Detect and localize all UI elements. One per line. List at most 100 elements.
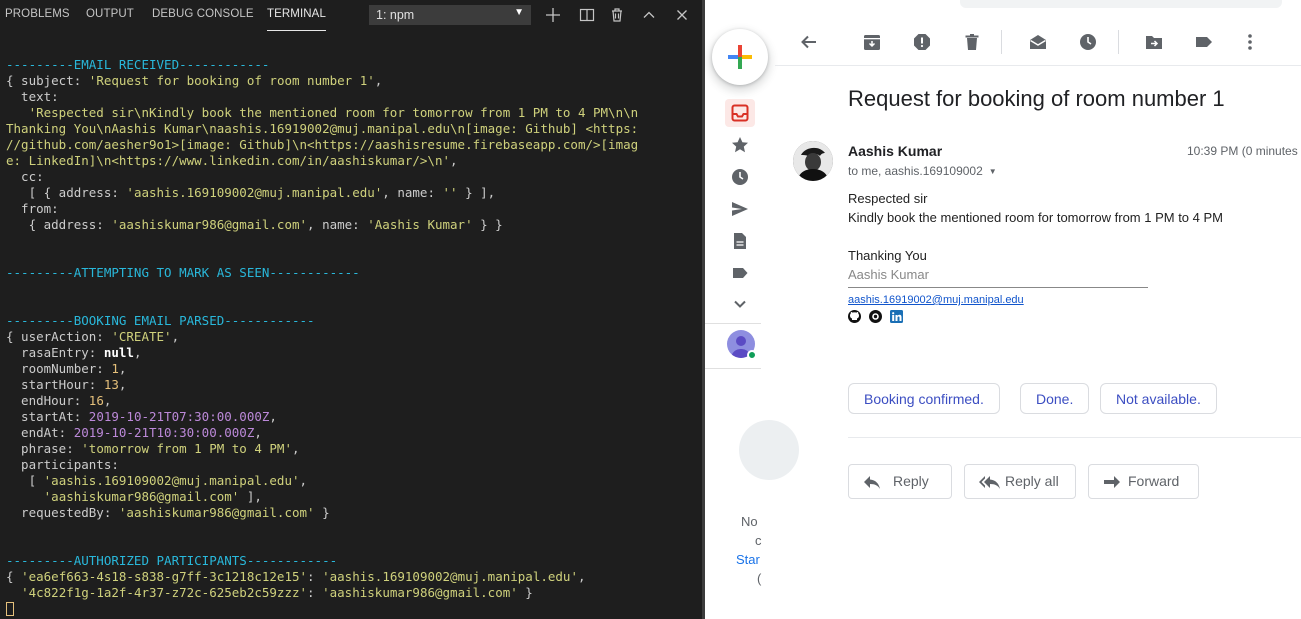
reply-all-button[interactable]: Reply all <box>964 464 1076 499</box>
more-icon[interactable] <box>1240 32 1260 52</box>
back-icon[interactable] <box>799 32 819 52</box>
terminal-text: text: <box>6 89 59 104</box>
compose-button[interactable] <box>712 29 768 85</box>
tab-problems[interactable]: PROBLEMS <box>5 8 70 20</box>
terminal-text: } <box>314 505 330 520</box>
terminal-text: } } <box>472 217 503 232</box>
terminal-text: 'aashiskumar986@gmail.com' <box>322 585 518 600</box>
inbox-icon[interactable] <box>730 103 750 123</box>
terminal-text: '4c822f1g-1a2f-4r37-z72c-625eb2c59zzz' <box>21 585 308 600</box>
terminal-text: phrase: <box>6 441 82 456</box>
terminal-line: { userAction: 'CREATE', <box>6 329 702 345</box>
terminal-output[interactable]: ---------EMAIL RECEIVED------------{ sub… <box>6 57 702 617</box>
trash-icon[interactable] <box>608 6 626 24</box>
rail-divider-2 <box>705 368 761 369</box>
terminal-text: requestedBy: <box>6 505 119 520</box>
chevron-up-icon[interactable] <box>640 6 658 24</box>
plus-icon[interactable] <box>544 6 562 24</box>
move-to-icon[interactable] <box>1144 32 1164 52</box>
delete-icon[interactable] <box>962 32 982 52</box>
terminal-text: [ <box>6 473 44 488</box>
search-bar[interactable] <box>960 0 1282 8</box>
reply-button[interactable]: Reply <box>848 464 952 499</box>
terminal-text: ---------EMAIL RECEIVED------------ <box>6 57 270 72</box>
label-icon[interactable] <box>1194 32 1214 52</box>
recipients-line[interactable]: to me, aashis.169109002 ▼ <box>848 164 997 178</box>
terminal-line: from: <box>6 201 702 217</box>
caret-down-icon[interactable]: ▼ <box>989 167 997 176</box>
terminal-text: } <box>517 585 533 600</box>
starred-icon[interactable] <box>730 135 750 155</box>
github-icon[interactable] <box>848 310 861 323</box>
terminal-line: ---------AUTHORIZED PARTICIPANTS--------… <box>6 553 702 569</box>
forward-button[interactable]: Forward <box>1088 464 1199 499</box>
chevron-down-icon[interactable] <box>730 294 750 314</box>
terminal-text: endAt: <box>6 425 74 440</box>
split-icon[interactable] <box>578 6 596 24</box>
terminal-line: startAt: 2019-10-21T07:30:00.000Z, <box>6 409 702 425</box>
smart-reply-done[interactable]: Done. <box>1020 383 1090 414</box>
terminal-line: Thanking You\nAashis Kumar\naashis.16919… <box>6 121 702 137</box>
sent-icon[interactable] <box>730 199 750 219</box>
terminal-text: { userAction: <box>6 329 112 344</box>
terminal-text: , <box>299 473 308 488</box>
terminal-text: , <box>118 377 127 392</box>
snooze-icon[interactable] <box>1078 32 1098 52</box>
terminal-text: 'Respected sir\nKindly book the mentione… <box>6 105 639 120</box>
terminal-text: ], <box>239 489 262 504</box>
terminal-text: , <box>118 361 127 376</box>
drafts-icon[interactable] <box>730 231 750 251</box>
terminal-text: 1 <box>111 361 119 376</box>
terminal-text: , <box>374 73 383 88</box>
terminal-line: rasaEntry: null, <box>6 345 702 361</box>
terminal-text: , <box>171 329 180 344</box>
terminal-text: } ], <box>457 185 496 200</box>
terminal-text: 'aashiskumar986@gmail.com' <box>43 489 240 504</box>
tab-debug-console[interactable]: DEBUG CONSOLE <box>152 8 254 20</box>
terminal-text: startAt: <box>6 409 89 424</box>
sender-avatar[interactable] <box>793 141 833 181</box>
terminal-text: 16 <box>88 393 104 408</box>
reply-label: Reply <box>893 473 929 489</box>
terminal-text: participants: <box>6 457 119 472</box>
archive-icon[interactable] <box>862 32 882 52</box>
tab-terminal[interactable]: TERMINAL <box>267 8 326 31</box>
smart-reply-not-available[interactable]: Not available. <box>1100 383 1217 414</box>
snoozed-icon[interactable] <box>730 167 750 187</box>
smart-reply-booking-confirmed[interactable]: Booking confirmed. <box>848 383 1000 414</box>
terminal-prompt-line <box>6 601 702 617</box>
terminal-text: 'ea6ef663-4s18-s838-g7ff-3c1218c12e15' <box>21 569 308 584</box>
start-chat-link[interactable]: Star <box>736 552 760 567</box>
mark-unread-icon[interactable] <box>1028 32 1048 52</box>
report-spam-icon[interactable] <box>912 32 932 52</box>
terminal-text: { subject: <box>6 73 89 88</box>
terminal-line: endAt: 2019-10-21T10:30:00.000Z, <box>6 425 702 441</box>
terminal-select-value: 1: npm <box>376 8 415 22</box>
terminal-text: 'CREATE' <box>111 329 172 344</box>
terminal-line: [ { address: 'aashis.169109002@muj.manip… <box>6 185 702 201</box>
terminal-text: cc: <box>6 169 44 184</box>
reply-icon <box>864 476 880 489</box>
terminal-cursor <box>6 602 14 616</box>
terminal-text: 'aashis.169109002@muj.manipal.edu' <box>43 473 300 488</box>
github-icon[interactable] <box>869 310 882 323</box>
terminal-select[interactable]: 1: npm ▼ <box>369 5 531 25</box>
terminal-text: , <box>133 345 142 360</box>
terminal-line: //github.com/aesher9o1>[image: Github]\n… <box>6 137 702 153</box>
close-icon[interactable] <box>673 6 691 24</box>
terminal-line: ---------EMAIL RECEIVED------------ <box>6 57 702 73</box>
terminal-text: //github.com/aesher9o1>[image: Github]\n… <box>6 137 639 152</box>
linkedin-icon[interactable] <box>890 310 903 323</box>
terminal-text: roomNumber: <box>6 361 112 376</box>
tab-output[interactable]: OUTPUT <box>86 8 134 20</box>
terminal-line: cc: <box>6 169 702 185</box>
terminal-text: : <box>307 569 323 584</box>
label-icon[interactable] <box>730 263 750 283</box>
terminal-line: endHour: 16, <box>6 393 702 409</box>
signature-email-link[interactable]: aashis.16919002@muj.manipal.edu <box>848 294 1024 306</box>
email-body-greeting: Respected sir <box>848 191 928 206</box>
